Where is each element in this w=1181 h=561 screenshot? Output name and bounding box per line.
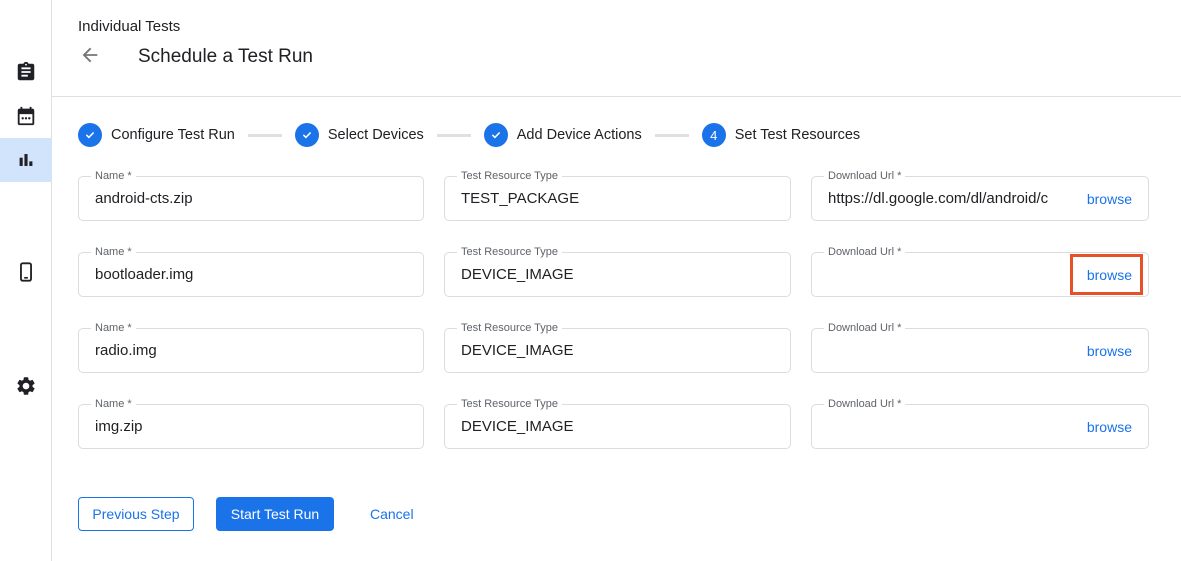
resource-type-field-value: DEVICE_IMAGE: [461, 342, 774, 359]
gear-icon: [15, 375, 37, 397]
name-field-value: img.zip: [95, 418, 407, 435]
arrow-back-icon: [79, 44, 101, 71]
resource-type-field-value: DEVICE_IMAGE: [461, 266, 774, 283]
page-header: Individual Tests Schedule a Test Run: [52, 0, 1181, 97]
step-number: 4: [710, 128, 717, 143]
breadcrumb: Individual Tests: [78, 18, 1181, 35]
download-url-field-label: Download Url *: [824, 322, 905, 335]
name-field-value: android-cts.zip: [95, 190, 407, 207]
step-number-circle: 4: [702, 123, 726, 147]
step-connector: [437, 134, 471, 137]
resource-type-field[interactable]: Test Resource Type DEVICE_IMAGE: [444, 252, 791, 297]
resource-type-field[interactable]: Test Resource Type DEVICE_IMAGE: [444, 404, 791, 449]
stepper: Configure Test Run Select Devices Add De…: [78, 123, 1181, 147]
browse-link[interactable]: browse: [1087, 267, 1132, 283]
resource-type-field-label: Test Resource Type: [457, 398, 562, 411]
name-field[interactable]: Name * android-cts.zip: [78, 176, 424, 221]
resource-type-field-label: Test Resource Type: [457, 322, 562, 335]
name-field-label: Name *: [91, 170, 136, 183]
step-select-devices[interactable]: Select Devices: [295, 123, 424, 147]
name-field-label: Name *: [91, 398, 136, 411]
check-circle-icon: [295, 123, 319, 147]
page-title: Schedule a Test Run: [138, 46, 313, 68]
step-configure-test-run[interactable]: Configure Test Run: [78, 123, 235, 147]
calendar-icon: [15, 105, 37, 127]
resource-type-field-label: Test Resource Type: [457, 170, 562, 183]
step-connector: [655, 134, 689, 137]
browse-link[interactable]: browse: [1087, 191, 1132, 207]
resource-row: Name * android-cts.zip Test Resource Typ…: [78, 176, 1150, 221]
resource-type-field-value: TEST_PACKAGE: [461, 190, 774, 207]
name-field[interactable]: Name * bootloader.img: [78, 252, 424, 297]
clipboard-icon: [15, 61, 37, 83]
download-url-field[interactable]: Download Url * browse: [811, 404, 1149, 449]
step-connector: [248, 134, 282, 137]
sidebar-item-schedule[interactable]: [0, 94, 52, 138]
browse-link[interactable]: browse: [1087, 343, 1132, 359]
download-url-field-label: Download Url *: [824, 246, 905, 259]
resource-row: Name * bootloader.img Test Resource Type…: [78, 252, 1150, 297]
resource-type-field-value: DEVICE_IMAGE: [461, 418, 774, 435]
step-add-device-actions[interactable]: Add Device Actions: [484, 123, 642, 147]
bar-chart-icon: [15, 149, 37, 171]
name-field-label: Name *: [91, 246, 136, 259]
form-actions: Previous Step Start Test Run Cancel: [78, 497, 1181, 531]
name-field[interactable]: Name * img.zip: [78, 404, 424, 449]
sidebar: [0, 0, 52, 561]
sidebar-item-devices[interactable]: [0, 250, 52, 294]
resource-type-field[interactable]: Test Resource Type TEST_PACKAGE: [444, 176, 791, 221]
resource-type-field[interactable]: Test Resource Type DEVICE_IMAGE: [444, 328, 791, 373]
download-url-field[interactable]: Download Url * browse: [811, 252, 1149, 297]
test-resources-form: Name * android-cts.zip Test Resource Typ…: [78, 176, 1150, 449]
start-test-run-button[interactable]: Start Test Run: [216, 497, 334, 531]
main-content: Individual Tests Schedule a Test Run Con…: [52, 0, 1181, 561]
name-field[interactable]: Name * radio.img: [78, 328, 424, 373]
check-circle-icon: [78, 123, 102, 147]
smartphone-icon: [15, 261, 37, 283]
check-circle-icon: [484, 123, 508, 147]
step-label: Select Devices: [328, 127, 424, 143]
resource-type-field-label: Test Resource Type: [457, 246, 562, 259]
sidebar-item-test-runs[interactable]: [0, 138, 52, 182]
download-url-field-label: Download Url *: [824, 170, 905, 183]
name-field-label: Name *: [91, 322, 136, 335]
previous-step-button[interactable]: Previous Step: [78, 497, 194, 531]
browse-link[interactable]: browse: [1087, 419, 1132, 435]
step-label: Add Device Actions: [517, 127, 642, 143]
resource-row: Name * img.zip Test Resource Type DEVICE…: [78, 404, 1150, 449]
download-url-field-label: Download Url *: [824, 398, 905, 411]
resource-row: Name * radio.img Test Resource Type DEVI…: [78, 328, 1150, 373]
name-field-value: radio.img: [95, 342, 407, 359]
step-set-test-resources[interactable]: 4 Set Test Resources: [702, 123, 860, 147]
cancel-button[interactable]: Cancel: [370, 497, 414, 531]
back-button[interactable]: [78, 45, 102, 69]
download-url-field-value: https://dl.google.com/dl/android/c: [828, 190, 1079, 207]
sidebar-item-tests[interactable]: [0, 50, 52, 94]
download-url-field[interactable]: Download Url * browse: [811, 328, 1149, 373]
step-label: Set Test Resources: [735, 127, 860, 143]
download-url-field[interactable]: Download Url * https://dl.google.com/dl/…: [811, 176, 1149, 221]
name-field-value: bootloader.img: [95, 266, 407, 283]
step-label: Configure Test Run: [111, 127, 235, 143]
sidebar-item-settings[interactable]: [0, 364, 52, 408]
